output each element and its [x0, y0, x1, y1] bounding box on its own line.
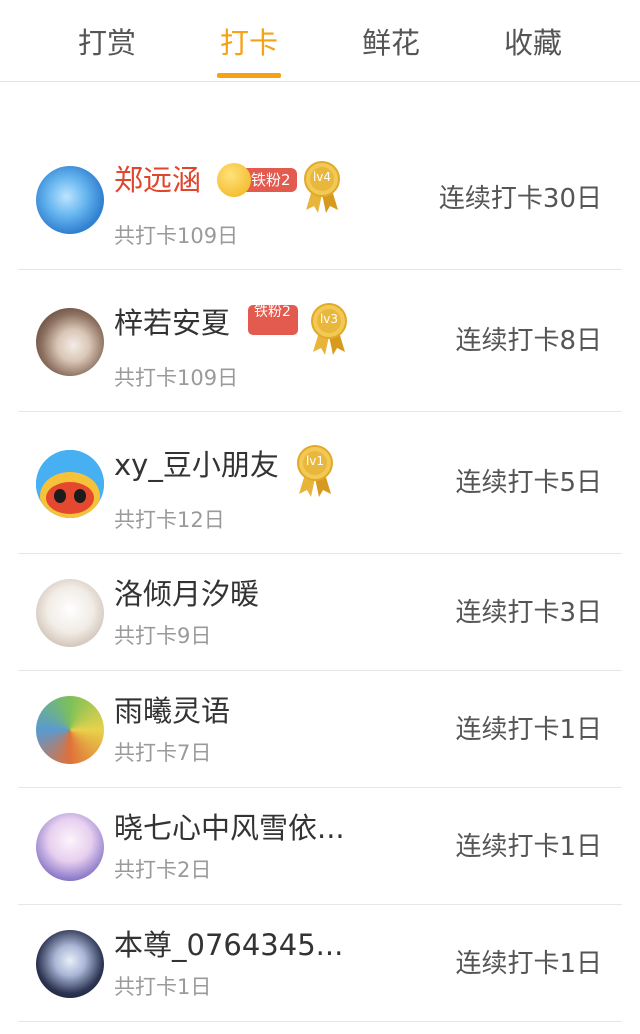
list-item[interactable]: xy_豆小朋友 lv1 共打卡12日 连续打卡5日: [18, 412, 622, 554]
fan-badge: 铁粉2: [217, 163, 297, 197]
user-avatar[interactable]: [36, 579, 104, 647]
fan-badge-label: 铁粉2: [251, 171, 291, 189]
list-item[interactable]: 洛倾月汐暖 共打卡9日 连续打卡3日: [18, 554, 622, 671]
list-item[interactable]: 晓七心中风雪依... 共打卡2日 连续打卡1日: [18, 788, 622, 905]
tab-checkin[interactable]: 打卡: [199, 22, 299, 64]
streak-count: 连续打卡1日: [455, 715, 602, 745]
active-tab-indicator: [217, 73, 281, 78]
level-medal-icon: lv1: [295, 444, 335, 498]
tab-flowers[interactable]: 鲜花: [341, 22, 441, 64]
level-label: lv1: [305, 454, 325, 468]
user-name[interactable]: 晓七心中风雪依...: [114, 808, 345, 848]
tab-favorites[interactable]: 收藏: [483, 22, 583, 64]
list-item[interactable]: 梓若安夏 铁粉2 lv3 共打卡109日 连续打卡8日: [18, 270, 622, 412]
total-checkins: 共打卡12日: [114, 508, 225, 532]
fan-badge-label: 铁粉2: [254, 305, 291, 320]
user-avatar[interactable]: [36, 166, 104, 234]
user-avatar[interactable]: [36, 450, 104, 518]
total-checkins: 共打卡9日: [114, 624, 212, 648]
streak-count: 连续打卡30日: [438, 184, 602, 214]
user-name[interactable]: 雨曦灵语: [114, 691, 230, 731]
list-item[interactable]: 雨曦灵语 共打卡7日 连续打卡1日: [18, 671, 622, 788]
level-medal-icon: lv3: [309, 302, 349, 356]
list-item[interactable]: 郑远涵 铁粉2 lv4 共打卡109日 连续打卡30日: [18, 128, 622, 270]
total-checkins: 共打卡7日: [114, 741, 212, 765]
user-name[interactable]: 梓若安夏: [114, 303, 230, 343]
user-name[interactable]: 本尊_0764345...: [114, 925, 343, 965]
user-avatar[interactable]: [36, 930, 104, 998]
fan-badge: 铁粉2: [248, 305, 298, 335]
tab-bar: 打赏 打卡 鲜花 收藏: [0, 0, 640, 82]
streak-count: 连续打卡1日: [455, 832, 602, 862]
level-medal-icon: lv4: [302, 160, 342, 214]
user-avatar[interactable]: [36, 308, 104, 376]
crown-icon: [217, 163, 251, 197]
user-name[interactable]: xy_豆小朋友: [114, 445, 279, 485]
user-avatar[interactable]: [36, 813, 104, 881]
tab-reward[interactable]: 打赏: [57, 22, 157, 64]
streak-count: 连续打卡3日: [455, 598, 602, 628]
total-checkins: 共打卡1日: [114, 975, 212, 999]
user-name[interactable]: 郑远涵: [114, 160, 201, 200]
total-checkins: 共打卡109日: [114, 366, 239, 390]
streak-count: 连续打卡5日: [455, 468, 602, 498]
streak-count: 连续打卡8日: [455, 326, 602, 356]
list-item[interactable]: 本尊_0764345... 共打卡1日 连续打卡1日: [18, 905, 622, 1022]
total-checkins: 共打卡109日: [114, 224, 239, 248]
streak-count: 连续打卡1日: [455, 949, 602, 979]
level-label: lv3: [319, 312, 339, 326]
user-avatar[interactable]: [36, 696, 104, 764]
level-label: lv4: [312, 170, 332, 184]
user-name[interactable]: 洛倾月汐暖: [114, 574, 259, 614]
total-checkins: 共打卡2日: [114, 858, 212, 882]
